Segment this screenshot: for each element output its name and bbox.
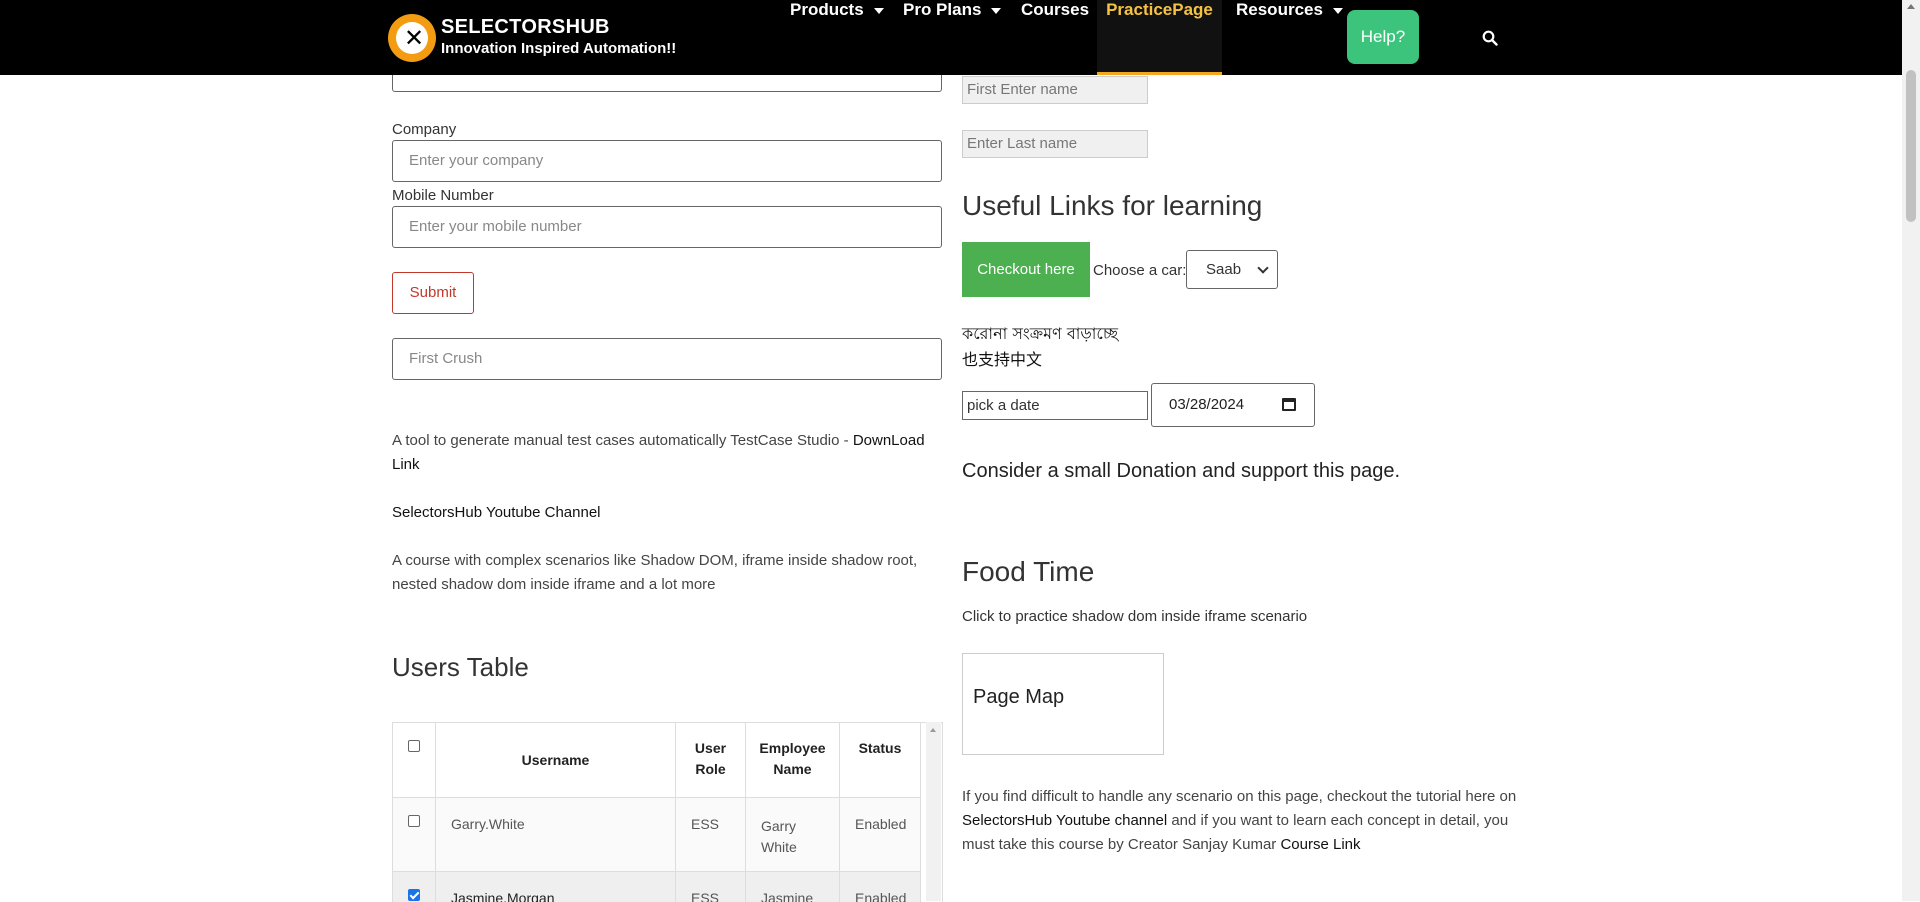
car-select[interactable]: Saab: [1186, 250, 1278, 289]
nav-practice-page[interactable]: PracticePage: [1097, 0, 1222, 75]
useful-links-title: Useful Links for learning: [962, 190, 1263, 221]
cell-status: Enabled: [840, 872, 921, 902]
checkout-button[interactable]: Checkout here: [962, 242, 1090, 297]
tutorial-help-text: If you find difficult to handle any scen…: [962, 785, 1522, 857]
row-checkbox-checked[interactable]: [408, 889, 420, 901]
youtube-channel-link[interactable]: SelectorsHub Youtube channel: [962, 812, 1167, 829]
nav-products-label: Products: [790, 0, 864, 19]
first-name-input[interactable]: First Enter name: [962, 76, 1148, 104]
scrollbar-thumb[interactable]: [1906, 70, 1916, 222]
header-employee-name-label: Employee Name: [759, 740, 826, 777]
nav-courses-label: Courses: [1021, 0, 1090, 19]
search-icon[interactable]: [1482, 30, 1498, 46]
choose-car-label: Choose a car:: [1093, 262, 1187, 279]
last-name-input[interactable]: Enter Last name: [962, 130, 1148, 158]
header-user-role-label: User Role: [694, 740, 727, 777]
page-map-frame[interactable]: Page Map: [962, 653, 1164, 755]
header-username: Username: [436, 723, 676, 798]
header-employee-name: Employee Name: [746, 723, 840, 798]
course-text[interactable]: A course with complex scenarios like Sha…: [392, 549, 952, 597]
cell-status: Enabled: [840, 798, 921, 872]
help-button[interactable]: Help?: [1347, 10, 1419, 64]
youtube-channel-link[interactable]: SelectorsHub Youtube Channel: [392, 501, 952, 525]
page-map-label: Page Map: [973, 686, 1065, 708]
nav-pro-plans-label: Pro Plans: [903, 0, 982, 19]
chevron-down-icon: [1257, 262, 1269, 274]
nav-resources[interactable]: Resources: [1236, 0, 1343, 75]
header-select-cell: [393, 723, 436, 798]
chevron-down-icon: [873, 7, 884, 14]
car-select-value: Saab: [1206, 261, 1242, 278]
row-select-cell: [393, 872, 436, 902]
company-label: Company: [392, 121, 457, 138]
row-select-cell: [393, 798, 436, 872]
first-crush-input[interactable]: First Crush: [392, 338, 942, 380]
row-checkbox[interactable]: [408, 815, 420, 827]
nav-resources-label: Resources: [1236, 0, 1323, 19]
testcase-text: A tool to generate manual test cases aut…: [392, 432, 853, 449]
cell-username: Garry.White: [436, 798, 676, 872]
nav-pro-plans[interactable]: Pro Plans: [903, 0, 1002, 75]
cell-employee-name: Garry White: [746, 798, 840, 872]
scroll-up-icon[interactable]: [930, 728, 936, 732]
date-value: 03/28/2024: [1169, 396, 1245, 413]
mobile-label: Mobile Number: [392, 187, 494, 204]
scroll-up-icon[interactable]: [1907, 4, 1915, 9]
users-table-title: Users Table: [392, 652, 529, 682]
header-status: Status: [840, 723, 921, 798]
testcase-studio-text: A tool to generate manual test cases aut…: [392, 429, 952, 477]
date-input[interactable]: 03/28/2024: [1151, 383, 1315, 427]
cell-user-role: ESS: [676, 798, 746, 872]
logo-icon[interactable]: ✕: [388, 14, 436, 62]
chinese-text: 也支持中文: [962, 350, 1043, 369]
mobile-input[interactable]: Enter your mobile number: [392, 206, 942, 248]
course-link[interactable]: Course Link: [1280, 836, 1360, 853]
select-all-checkbox[interactable]: [408, 740, 420, 752]
nav-products[interactable]: Products: [790, 0, 884, 75]
users-table: Username User Role Employee Name Status …: [392, 722, 943, 902]
cell-user-role: ESS: [676, 872, 746, 902]
pick-date-input[interactable]: pick a date: [962, 391, 1148, 420]
page-scrollbar[interactable]: [1902, 0, 1920, 901]
header-user-role: User Role: [676, 723, 746, 798]
cell-username: Jasmine.Morgan: [436, 872, 676, 902]
cell-employee-name: Jasmine: [746, 872, 840, 902]
chevron-down-icon: [991, 7, 1002, 14]
brand-tagline: Innovation Inspired Automation!!: [441, 40, 677, 57]
nav-courses[interactable]: Courses: [1021, 0, 1089, 75]
nav-practice-page-label: PracticePage: [1106, 0, 1213, 19]
company-input[interactable]: Enter your company: [392, 140, 942, 182]
submit-button[interactable]: Submit: [392, 272, 474, 314]
bengali-text: করোনা সংক্রমণ বাড়াচ্ছে: [962, 324, 1119, 343]
brand-name[interactable]: SELECTORSHUB: [441, 16, 610, 39]
table-scrollbar[interactable]: [926, 722, 941, 901]
food-subtitle: Click to practice shadow dom inside ifra…: [962, 608, 1308, 625]
food-time-title: Food Time: [962, 556, 1095, 587]
site-header: ✕ SELECTORSHUB Innovation Inspired Autom…: [0, 0, 1902, 75]
donation-text: Consider a small Donation and support th…: [962, 460, 1401, 482]
chevron-down-icon: [1332, 7, 1343, 14]
help-text-part1: If you find difficult to handle any scen…: [962, 788, 1517, 805]
calendar-icon[interactable]: [1282, 398, 1296, 411]
